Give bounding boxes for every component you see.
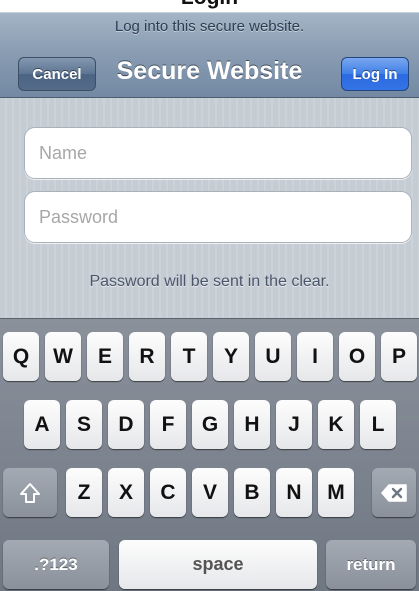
key-s[interactable]: S: [66, 400, 102, 449]
key-t[interactable]: T: [171, 332, 207, 381]
key-p[interactable]: P: [381, 332, 417, 381]
backspace-icon: [381, 483, 407, 502]
password-warning: Password will be sent in the clear.: [89, 273, 330, 290]
key-m[interactable]: M: [318, 468, 354, 517]
password-field[interactable]: [39, 206, 411, 228]
login-prompt: Log into this secure website.: [114, 18, 305, 35]
cropped-title: Login: [0, 0, 419, 10]
name-field[interactable]: [39, 142, 411, 164]
key-j[interactable]: J: [276, 400, 312, 449]
name-field-container[interactable]: [24, 127, 412, 179]
key-g[interactable]: G: [192, 400, 228, 449]
top-strip: Login: [0, 0, 419, 12]
onscreen-keyboard: Q W E R T Y U I O P A S D F G H J K L Z …: [0, 318, 419, 591]
space-key[interactable]: space: [119, 540, 317, 589]
navigation-bar: Log into this secure website. Cancel Sec…: [0, 12, 419, 98]
key-y[interactable]: Y: [213, 332, 249, 381]
key-l[interactable]: L: [360, 400, 396, 449]
login-form: Password will be sent in the clear.: [0, 98, 419, 318]
key-r[interactable]: R: [129, 332, 165, 381]
key-e[interactable]: E: [87, 332, 123, 381]
key-f[interactable]: F: [150, 400, 186, 449]
key-x[interactable]: X: [108, 468, 144, 517]
key-q[interactable]: Q: [3, 332, 39, 381]
key-z[interactable]: Z: [66, 468, 102, 517]
return-key[interactable]: return: [326, 540, 416, 589]
key-o[interactable]: O: [339, 332, 375, 381]
login-screen: Login Log into this secure website. Canc…: [0, 0, 419, 591]
key-d[interactable]: D: [108, 400, 144, 449]
key-b[interactable]: B: [234, 468, 270, 517]
key-h[interactable]: H: [234, 400, 270, 449]
key-c[interactable]: C: [150, 468, 186, 517]
key-i[interactable]: I: [297, 332, 333, 381]
shift-key[interactable]: [3, 468, 57, 517]
numbers-key[interactable]: .?123: [3, 540, 109, 589]
key-w[interactable]: W: [45, 332, 81, 381]
key-k[interactable]: K: [318, 400, 354, 449]
delete-key[interactable]: [372, 468, 416, 517]
key-v[interactable]: V: [192, 468, 228, 517]
key-n[interactable]: N: [276, 468, 312, 517]
login-button[interactable]: Log In: [341, 57, 409, 91]
key-a[interactable]: A: [24, 400, 60, 449]
password-field-container[interactable]: [24, 191, 412, 243]
key-u[interactable]: U: [255, 332, 291, 381]
shift-arrow-icon: [20, 482, 40, 503]
